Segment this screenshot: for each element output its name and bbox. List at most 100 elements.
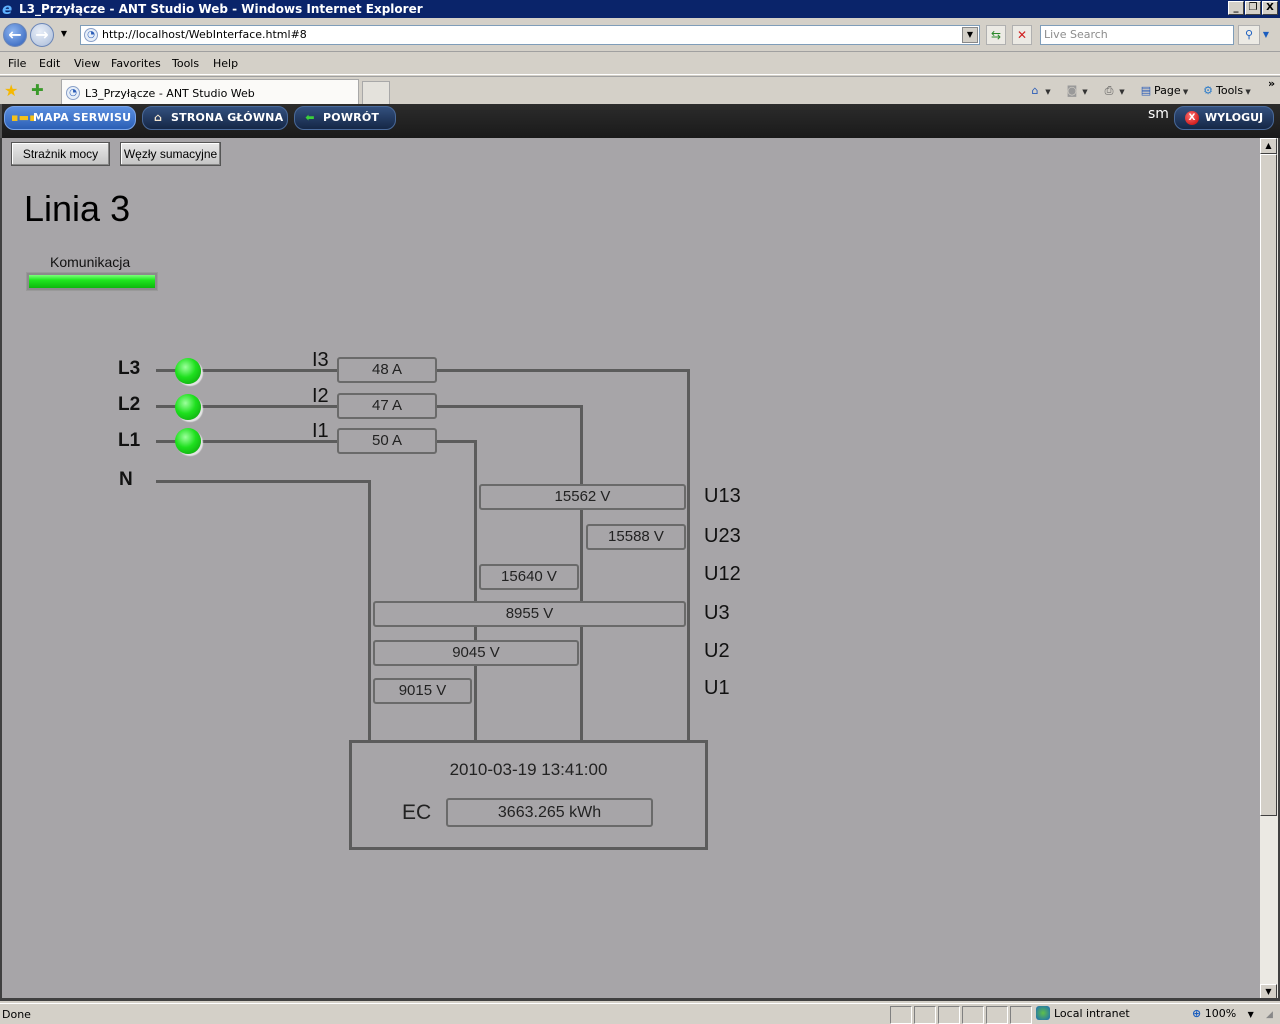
- voltage-value-u1: 9015 V: [373, 678, 472, 704]
- toolbar-overflow-chevron-icon[interactable]: »: [1268, 77, 1275, 90]
- add-favorite-icon[interactable]: ✚: [31, 81, 44, 99]
- new-tab-button[interactable]: [362, 81, 390, 105]
- communication-label: Komunikacja: [50, 254, 131, 270]
- feeds-dropdown-icon[interactable]: ▼: [1080, 88, 1087, 96]
- content-frame-bottom: [0, 998, 1280, 1001]
- page-dropdown-icon: ▼: [1180, 88, 1189, 96]
- app-nav-bar: ▪▬▪MAPA SERWISU ⌂ STRONA GŁÓWNA ⬅ POWRÓT s…: [0, 104, 1280, 138]
- voltage-label-u3: U3: [704, 602, 730, 624]
- voltage-label-u12: U12: [704, 563, 741, 585]
- address-dropdown[interactable]: ▼: [962, 27, 978, 43]
- voltage-value-u2: 9045 V: [373, 640, 579, 666]
- current-label-i2: I2: [312, 385, 329, 407]
- home-dropdown-icon[interactable]: ▼: [1043, 88, 1050, 96]
- search-options-dropdown[interactable]: ▼: [1260, 25, 1272, 45]
- recent-pages-dropdown[interactable]: ▼: [59, 28, 69, 40]
- scroll-thumb[interactable]: [1260, 154, 1277, 816]
- menu-favorites[interactable]: Favorites: [111, 57, 161, 70]
- feeds-button[interactable]: ◙ ▼: [1064, 83, 1088, 99]
- address-url[interactable]: http://localhost/WebInterface.html#8: [102, 28, 307, 41]
- voltage-value-u3: 8955 V: [373, 601, 686, 627]
- print-button[interactable]: ⎙ ▼: [1101, 83, 1125, 99]
- print-dropdown-icon[interactable]: ▼: [1117, 88, 1124, 96]
- menu-help[interactable]: Help: [213, 57, 238, 70]
- l2-drop-line: [580, 405, 583, 741]
- resize-grip-icon[interactable]: ◢: [1266, 1010, 1273, 1020]
- sitemap-label: MAPA SERWISU: [33, 111, 132, 124]
- home-button[interactable]: ⌂ ▼: [1027, 83, 1051, 99]
- menu-edit[interactable]: Edit: [39, 57, 60, 70]
- tools-menu-button[interactable]: ⚙ Tools ▼: [1200, 83, 1251, 99]
- energy-value: 3663.265 kWh: [446, 798, 653, 827]
- back-arrow-icon: ←: [8, 25, 22, 44]
- status-cell: [1010, 1006, 1032, 1024]
- restore-button[interactable]: ❐: [1245, 1, 1261, 15]
- content-area: Strażnik mocy Węzły sumacyjne Linia 3 Ko…: [0, 138, 1260, 1000]
- status-cell: [938, 1006, 960, 1024]
- address-bar[interactable]: ◔ http://localhost/WebInterface.html#8 ▼: [80, 25, 980, 45]
- energy-meter-box: 2010-03-19 13:41:00 EC 3663.265 kWh: [349, 740, 708, 850]
- tab-favicon-icon: ◔: [66, 86, 80, 100]
- back-nav-label: POWRÓT: [323, 111, 380, 124]
- logout-button[interactable]: X WYLOGUJ: [1174, 106, 1274, 130]
- communication-indicator-fill: [29, 275, 155, 288]
- gear-icon: ⚙: [1203, 84, 1213, 97]
- tools-menu-label: Tools: [1216, 84, 1244, 97]
- back-button[interactable]: ←: [3, 23, 27, 47]
- menu-tools[interactable]: Tools: [172, 57, 199, 70]
- menu-bar: File Edit View Favorites Tools Help: [0, 53, 1280, 75]
- page-favicon-icon: ◔: [84, 28, 98, 42]
- ie-logo-icon: e: [2, 0, 13, 18]
- power-guard-button[interactable]: Strażnik mocy: [11, 142, 110, 166]
- status-cell: [986, 1006, 1008, 1024]
- printer-icon: ⎙: [1104, 84, 1114, 97]
- l2-bus-line: [436, 405, 583, 408]
- refresh-button[interactable]: ⇆: [986, 25, 1006, 45]
- zoom-dropdown-icon[interactable]: ▼: [1248, 1010, 1254, 1019]
- window-title-bar: e L3_Przyłącze - ANT Studio Web - Window…: [0, 0, 1280, 18]
- current-label-i3: I3: [312, 349, 329, 371]
- favorites-star-icon[interactable]: ★: [4, 81, 18, 100]
- page-menu-button[interactable]: ▤ Page ▼: [1138, 83, 1188, 99]
- voltage-label-u13: U13: [704, 485, 741, 507]
- vertical-scrollbar[interactable]: ▲ ▼: [1260, 138, 1278, 1000]
- phase-label-l2: L2: [118, 394, 141, 415]
- tab-bar: ★ ✚ ◔ L3_Przyłącze - ANT Studio Web ⌂ ▼ …: [0, 76, 1280, 105]
- current-value-i1: 50 A: [337, 428, 437, 454]
- window-title: L3_Przyłącze - ANT Studio Web - Windows …: [19, 2, 423, 16]
- search-button[interactable]: ⚲: [1238, 25, 1260, 45]
- security-zone[interactable]: Local intranet: [1036, 1006, 1186, 1024]
- voltage-label-u23: U23: [704, 525, 741, 547]
- voltage-label-u1: U1: [704, 677, 730, 699]
- minimize-button[interactable]: _: [1228, 1, 1244, 15]
- tab-active[interactable]: ◔ L3_Przyłącze - ANT Studio Web: [61, 79, 359, 105]
- stop-icon: ✕: [1016, 28, 1028, 42]
- close-button[interactable]: X: [1262, 1, 1278, 15]
- l1-bus-line: [436, 440, 477, 443]
- current-value-i3: 48 A: [337, 357, 437, 383]
- summation-nodes-button[interactable]: Węzły sumacyjne: [120, 142, 221, 166]
- stop-button[interactable]: ✕: [1012, 25, 1032, 45]
- back-nav-button[interactable]: ⬅ POWRÓT: [294, 106, 396, 130]
- page-menu-label: Page: [1154, 84, 1181, 97]
- zoom-level-control[interactable]: ⊕ 100% ▼: [1192, 1006, 1262, 1024]
- down-arrow-icon: ▼: [1265, 987, 1272, 996]
- scroll-up-button[interactable]: ▲: [1260, 138, 1277, 154]
- tab-title: L3_Przyłącze - ANT Studio Web: [85, 87, 255, 100]
- voltage-value-u23: 15588 V: [586, 524, 686, 550]
- menu-file[interactable]: File: [8, 57, 26, 70]
- back-arrow-icon: ⬅: [305, 111, 315, 124]
- forward-button[interactable]: →: [30, 23, 54, 47]
- search-input[interactable]: Live Search: [1040, 25, 1234, 45]
- voltage-label-u2: U2: [704, 640, 730, 662]
- l3-bus-line: [436, 369, 690, 372]
- energy-label: EC: [402, 801, 432, 824]
- voltage-value-u13: 15562 V: [479, 484, 686, 510]
- sitemap-button[interactable]: ▪▬▪MAPA SERWISU: [4, 106, 136, 130]
- status-text: Done: [2, 1008, 31, 1021]
- current-label-i1: I1: [312, 420, 329, 442]
- home-page-button[interactable]: ⌂ STRONA GŁÓWNA: [142, 106, 288, 130]
- meter-timestamp: 2010-03-19 13:41:00: [449, 760, 608, 779]
- menu-view[interactable]: View: [74, 57, 100, 70]
- phase-label-l1: L1: [118, 430, 141, 451]
